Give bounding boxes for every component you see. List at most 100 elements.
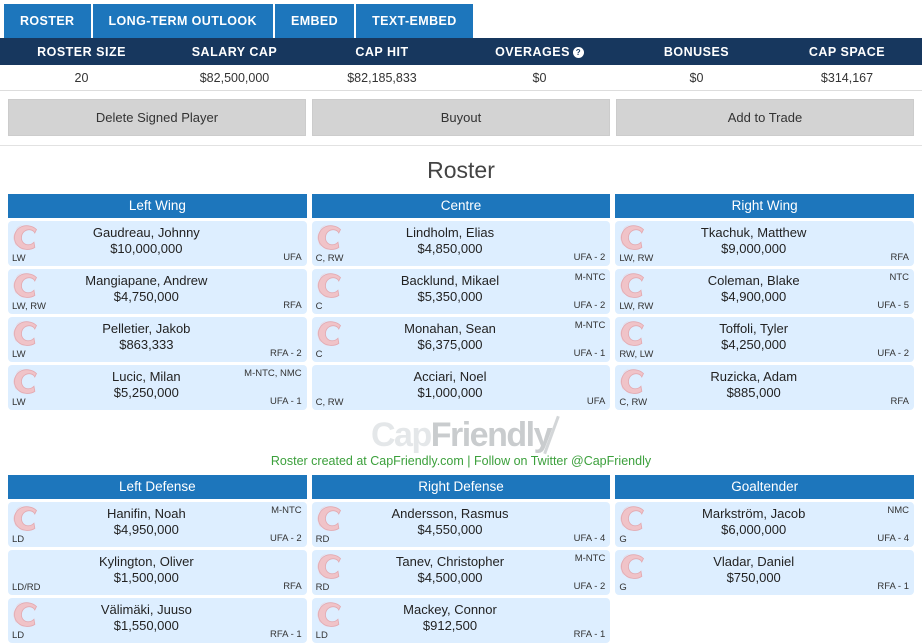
capfriendly-watermark: CapFriendly	[0, 410, 922, 455]
player-row[interactable]: C Backlund, Mikael $5,350,000 M-NTC UFA - 2	[311, 269, 611, 314]
watermark-friendly-text: Friendly	[430, 416, 553, 454]
player-row[interactable]: LD Välimäki, Juuso $1,550,000 RFA - 1	[8, 598, 307, 643]
team-logo	[618, 271, 652, 301]
summary-header-label: CAP SPACE	[808, 44, 886, 59]
summary-header-bonuses: BONUSES	[621, 45, 772, 59]
position-column-right-wing: Right Wing LW, RW Tkachuk, Matthew $9,000,0…	[615, 194, 915, 410]
player-row[interactable]: LW, RW Coleman, Blake $4,900,000 NTC UFA - 5	[615, 269, 915, 314]
team-logo	[11, 271, 45, 301]
overages-help-icon[interactable]: ?	[572, 46, 584, 58]
player-contract-clause: NMC	[887, 505, 910, 516]
team-logo	[11, 367, 45, 397]
player-row[interactable]: C, RW Ruzicka, Adam $885,000 RFA	[615, 365, 915, 410]
player-name: Välimäki, Juuso	[100, 602, 192, 617]
flames-logo-icon	[316, 554, 341, 579]
tab-embed[interactable]: EMBED	[274, 4, 355, 38]
player-name: Toffoli, Tyler	[719, 321, 789, 336]
team-logo	[315, 271, 349, 301]
player-row[interactable]: LW, RW Tkachuk, Matthew $9,000,000 RFA	[615, 221, 915, 266]
tab-text-embed[interactable]: TEXT-EMBED	[356, 4, 473, 38]
position-header: Goaltender	[615, 475, 915, 499]
player-row[interactable]: RW, LW Toffoli, Tyler $4,250,000 UFA - 2	[615, 317, 915, 362]
player-row[interactable]: LW Pelletier, Jakob $863,333 RFA - 2	[8, 317, 307, 362]
player-row[interactable]: LD Hanifin, Noah $4,950,000 M-NTC UFA - 2	[8, 502, 307, 547]
player-row[interactable]: LW Lucic, Milan $5,250,000 M-NTC, NMC UFA - …	[8, 365, 307, 410]
summary-header-salary-cap: SALARY CAP	[163, 45, 306, 59]
player-row[interactable]: RD Tanev, Christopher $4,500,000 M-NTC UFA -…	[311, 550, 611, 595]
player-position-abbr: C	[315, 349, 323, 360]
player-cap-hit: $10,000,000	[110, 241, 183, 256]
player-name: Acciari, Noel	[413, 369, 487, 384]
player-row[interactable]: C, RW Lindholm, Elias $4,850,000 UFA - 2	[311, 221, 611, 266]
player-position-abbr: C, RW	[619, 397, 648, 408]
player-cap-hit: $885,000	[726, 385, 781, 400]
player-position-abbr: RD	[315, 534, 330, 545]
player-expiry-status: RFA	[283, 581, 302, 592]
player-expiry-status: UFA - 2	[573, 581, 606, 592]
player-cap-hit: $4,850,000	[417, 241, 483, 256]
delete-signed-player-button[interactable]: Delete Signed Player	[8, 99, 306, 136]
player-cap-hit: $5,350,000	[417, 289, 483, 304]
player-row[interactable]: LD/RD Kylington, Oliver $1,500,000 RFA	[8, 550, 307, 595]
player-position-abbr: LW, RW	[619, 301, 654, 312]
player-row[interactable]: LW, RW Mangiapane, Andrew $4,750,000 RFA	[8, 269, 307, 314]
watermark-cap-text: Cap	[371, 416, 432, 454]
player-expiry-status: UFA - 5	[877, 300, 910, 311]
player-cap-hit: $4,950,000	[113, 522, 179, 537]
player-row[interactable]: LD Mackey, Connor $912,500 RFA - 1	[311, 598, 611, 643]
position-column-centre: Centre C, RW Lindholm, Elias $4,850,000 UFA …	[311, 194, 611, 410]
player-expiry-status: RFA - 2	[269, 348, 302, 359]
summary-header-label: SALARY CAP	[191, 44, 278, 59]
position-header: Right Wing	[615, 194, 915, 218]
summary-value-cap-hit: $82,185,833	[347, 70, 417, 85]
player-name: Tanev, Christopher	[395, 554, 505, 569]
position-header: Right Defense	[311, 475, 611, 499]
player-row[interactable]: C Monahan, Sean $6,375,000 M-NTC UFA - 1	[311, 317, 611, 362]
tab-long-term-outlook[interactable]: LONG-TERM OUTLOOK	[92, 4, 273, 38]
player-expiry-status: RFA	[283, 300, 302, 311]
player-position-abbr: LW, RW	[12, 301, 46, 312]
player-name: Mackey, Connor	[403, 602, 497, 617]
player-name: Hanifin, Noah	[106, 506, 186, 521]
flames-logo-icon	[620, 321, 645, 346]
player-row[interactable]: LW Gaudreau, Johnny $10,000,000 UFA	[8, 221, 307, 266]
add-to-trade-button[interactable]: Add to Trade	[616, 99, 914, 136]
player-row[interactable]: RD Andersson, Rasmus $4,550,000 UFA - 4	[311, 502, 611, 547]
position-header: Left Wing	[8, 194, 307, 218]
defense-grid: Left Defense LD Hanifin, Noah $4,950,000 M-N…	[0, 475, 922, 643]
team-logo	[11, 600, 45, 630]
player-row[interactable]: C, RW Acciari, Noel $1,000,000 UFA	[311, 365, 611, 410]
position-column-right-defense: Right Defense RD Andersson, Rasmus $4,550,0…	[311, 475, 611, 643]
player-row[interactable]: G Vladar, Daniel $750,000 RFA - 1	[615, 550, 915, 595]
tab-roster[interactable]: ROSTER	[4, 4, 91, 38]
forwards-grid: Left Wing LW Gaudreau, Johnny $10,000,000 UF…	[0, 194, 922, 410]
player-cap-hit: $6,000,000	[721, 522, 787, 537]
player-name: Lindholm, Elias	[405, 225, 495, 240]
attribution-line: Roster created at CapFriendly.com | Foll…	[270, 454, 652, 468]
player-cap-hit: $4,250,000	[721, 337, 787, 352]
player-expiry-status: UFA - 1	[269, 396, 302, 407]
team-logo	[618, 319, 652, 349]
player-cap-hit: $9,000,000	[721, 241, 787, 256]
player-expiry-status: UFA - 2	[877, 348, 910, 359]
player-row[interactable]: G Markström, Jacob $6,000,000 NMC UFA - 4	[615, 502, 915, 547]
summary-header-cap-space: CAP SPACE	[772, 45, 922, 59]
buyout-button[interactable]: Buyout	[312, 99, 610, 136]
summary-header-roster-size: ROSTER SIZE	[0, 45, 163, 59]
player-position-abbr: G	[619, 534, 627, 545]
summary-value-cap-space: $314,167	[820, 70, 874, 85]
flames-logo-icon	[12, 602, 38, 627]
player-cap-hit: $750,000	[726, 570, 781, 585]
page-title: Roster	[427, 157, 495, 183]
player-position-abbr: LD	[315, 630, 328, 641]
player-position-abbr: RD	[315, 582, 330, 593]
flames-logo-icon	[620, 554, 645, 579]
summary-header-label: BONUSES	[663, 44, 730, 59]
summary-header-cap-hit: CAP HIT	[306, 45, 458, 59]
player-position-abbr: C	[315, 301, 323, 312]
summary-value-roster-size: 20	[74, 70, 89, 85]
flames-logo-icon	[316, 602, 341, 627]
player-expiry-status: UFA - 1	[573, 348, 606, 359]
player-position-abbr: LW	[12, 397, 26, 408]
player-contract-clause: M-NTC	[574, 553, 606, 564]
